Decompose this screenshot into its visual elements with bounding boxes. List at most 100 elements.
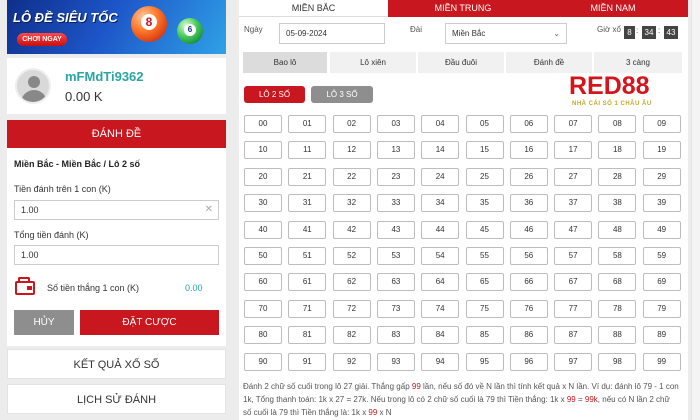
number-cell[interactable]: 71 [288,299,327,318]
history-button[interactable]: LỊCH SỬ ĐÁNH [7,384,226,414]
number-cell[interactable]: 89 [642,326,681,345]
number-cell[interactable]: 22 [332,167,371,186]
number-cell[interactable]: 74 [421,299,460,318]
tab-bao-lo[interactable]: Bao lô [243,52,329,73]
number-cell[interactable]: 87 [554,326,593,345]
close-icon[interactable]: ✕ [205,201,213,219]
number-cell[interactable]: 45 [465,220,504,239]
number-cell[interactable]: 14 [421,141,460,160]
number-cell[interactable]: 35 [465,194,504,213]
number-cell[interactable]: 36 [509,194,548,213]
number-cell[interactable]: 72 [332,299,371,318]
number-cell[interactable]: 37 [554,194,593,213]
number-cell[interactable]: 04 [421,115,460,133]
number-cell[interactable]: 28 [598,167,637,186]
number-cell[interactable]: 44 [421,220,460,239]
number-cell[interactable]: 57 [554,247,593,265]
number-cell[interactable]: 26 [509,167,548,186]
number-cell[interactable]: 79 [642,299,681,318]
number-cell[interactable]: 07 [554,115,593,133]
number-cell[interactable]: 99 [642,352,681,371]
number-cell[interactable]: 75 [465,299,504,318]
number-cell[interactable]: 81 [288,326,327,345]
number-cell[interactable]: 06 [509,115,548,133]
number-cell[interactable]: 63 [376,273,415,292]
play-now-button[interactable]: CHƠI NGAY [17,33,67,46]
station-select[interactable]: Miền Bắc ⌄ [445,23,567,44]
tab-mien-bac[interactable]: MIỀN BẮC [239,0,388,17]
number-cell[interactable]: 86 [509,326,548,345]
number-cell[interactable]: 78 [598,299,637,318]
total-input[interactable]: 1.00 [14,245,219,265]
number-cell[interactable]: 20 [244,167,282,186]
number-cell[interactable]: 08 [598,115,637,133]
number-cell[interactable]: 21 [288,167,327,186]
number-cell[interactable]: 27 [554,167,593,186]
number-cell[interactable]: 61 [288,273,327,292]
number-cell[interactable]: 94 [421,352,460,371]
number-cell[interactable]: 16 [509,141,548,160]
number-cell[interactable]: 62 [332,273,371,292]
number-cell[interactable]: 65 [465,273,504,292]
avatar[interactable] [15,68,51,104]
tab-mien-trung[interactable]: MIỀN TRUNG [388,0,538,17]
number-cell[interactable]: 19 [642,141,681,160]
number-cell[interactable]: 58 [598,247,637,265]
number-cell[interactable]: 52 [332,247,371,265]
number-cell[interactable]: 64 [421,273,460,292]
tab-lo-3-so[interactable]: LÔ 3 SỐ [311,86,373,103]
number-cell[interactable]: 68 [598,273,637,292]
number-cell[interactable]: 02 [332,115,371,133]
number-cell[interactable]: 39 [642,194,681,213]
number-cell[interactable]: 18 [598,141,637,160]
number-cell[interactable]: 03 [376,115,415,133]
number-cell[interactable]: 77 [554,299,593,318]
number-cell[interactable]: 90 [244,352,282,371]
number-cell[interactable]: 15 [465,141,504,160]
number-cell[interactable]: 38 [598,194,637,213]
number-cell[interactable]: 05 [465,115,504,133]
number-cell[interactable]: 25 [465,167,504,186]
number-cell[interactable]: 34 [421,194,460,213]
number-cell[interactable]: 54 [421,247,460,265]
number-cell[interactable]: 43 [376,220,415,239]
number-cell[interactable]: 59 [642,247,681,265]
number-cell[interactable]: 83 [376,326,415,345]
number-cell[interactable]: 31 [288,194,327,213]
number-cell[interactable]: 30 [244,194,282,213]
number-cell[interactable]: 10 [244,141,282,160]
number-cell[interactable]: 60 [244,273,282,292]
number-cell[interactable]: 13 [376,141,415,160]
number-cell[interactable]: 92 [332,352,371,371]
number-cell[interactable]: 80 [244,326,282,345]
number-cell[interactable]: 51 [288,247,327,265]
number-cell[interactable]: 29 [642,167,681,186]
promo-banner[interactable]: LÔ ĐỀ SIÊU TỐC CHƠI NGAY 8 6 [7,0,226,54]
number-cell[interactable]: 66 [509,273,548,292]
number-cell[interactable]: 76 [509,299,548,318]
tab-mien-nam[interactable]: MIỀN NAM [538,0,688,17]
number-cell[interactable]: 98 [598,352,637,371]
number-cell[interactable]: 49 [642,220,681,239]
number-cell[interactable]: 17 [554,141,593,160]
number-cell[interactable]: 48 [598,220,637,239]
number-cell[interactable]: 42 [332,220,371,239]
number-cell[interactable]: 95 [465,352,504,371]
number-cell[interactable]: 09 [642,115,681,133]
number-cell[interactable]: 97 [554,352,593,371]
tab-danh-de[interactable]: Đánh đề [506,52,594,73]
number-cell[interactable]: 12 [332,141,371,160]
place-bet-button[interactable]: ĐẶT CƯỢC [80,310,219,335]
number-cell[interactable]: 23 [376,167,415,186]
cancel-button[interactable]: HỦY [14,310,74,335]
number-cell[interactable]: 96 [509,352,548,371]
stake-input[interactable]: 1.00 ✕ [14,200,219,220]
date-input[interactable]: 05-09-2024 [279,23,385,44]
number-cell[interactable]: 24 [421,167,460,186]
tab-3-cang[interactable]: 3 càng [594,52,684,73]
number-cell[interactable]: 46 [509,220,548,239]
number-cell[interactable]: 73 [376,299,415,318]
number-cell[interactable]: 55 [465,247,504,265]
number-cell[interactable]: 84 [421,326,460,345]
number-cell[interactable]: 00 [244,115,282,133]
